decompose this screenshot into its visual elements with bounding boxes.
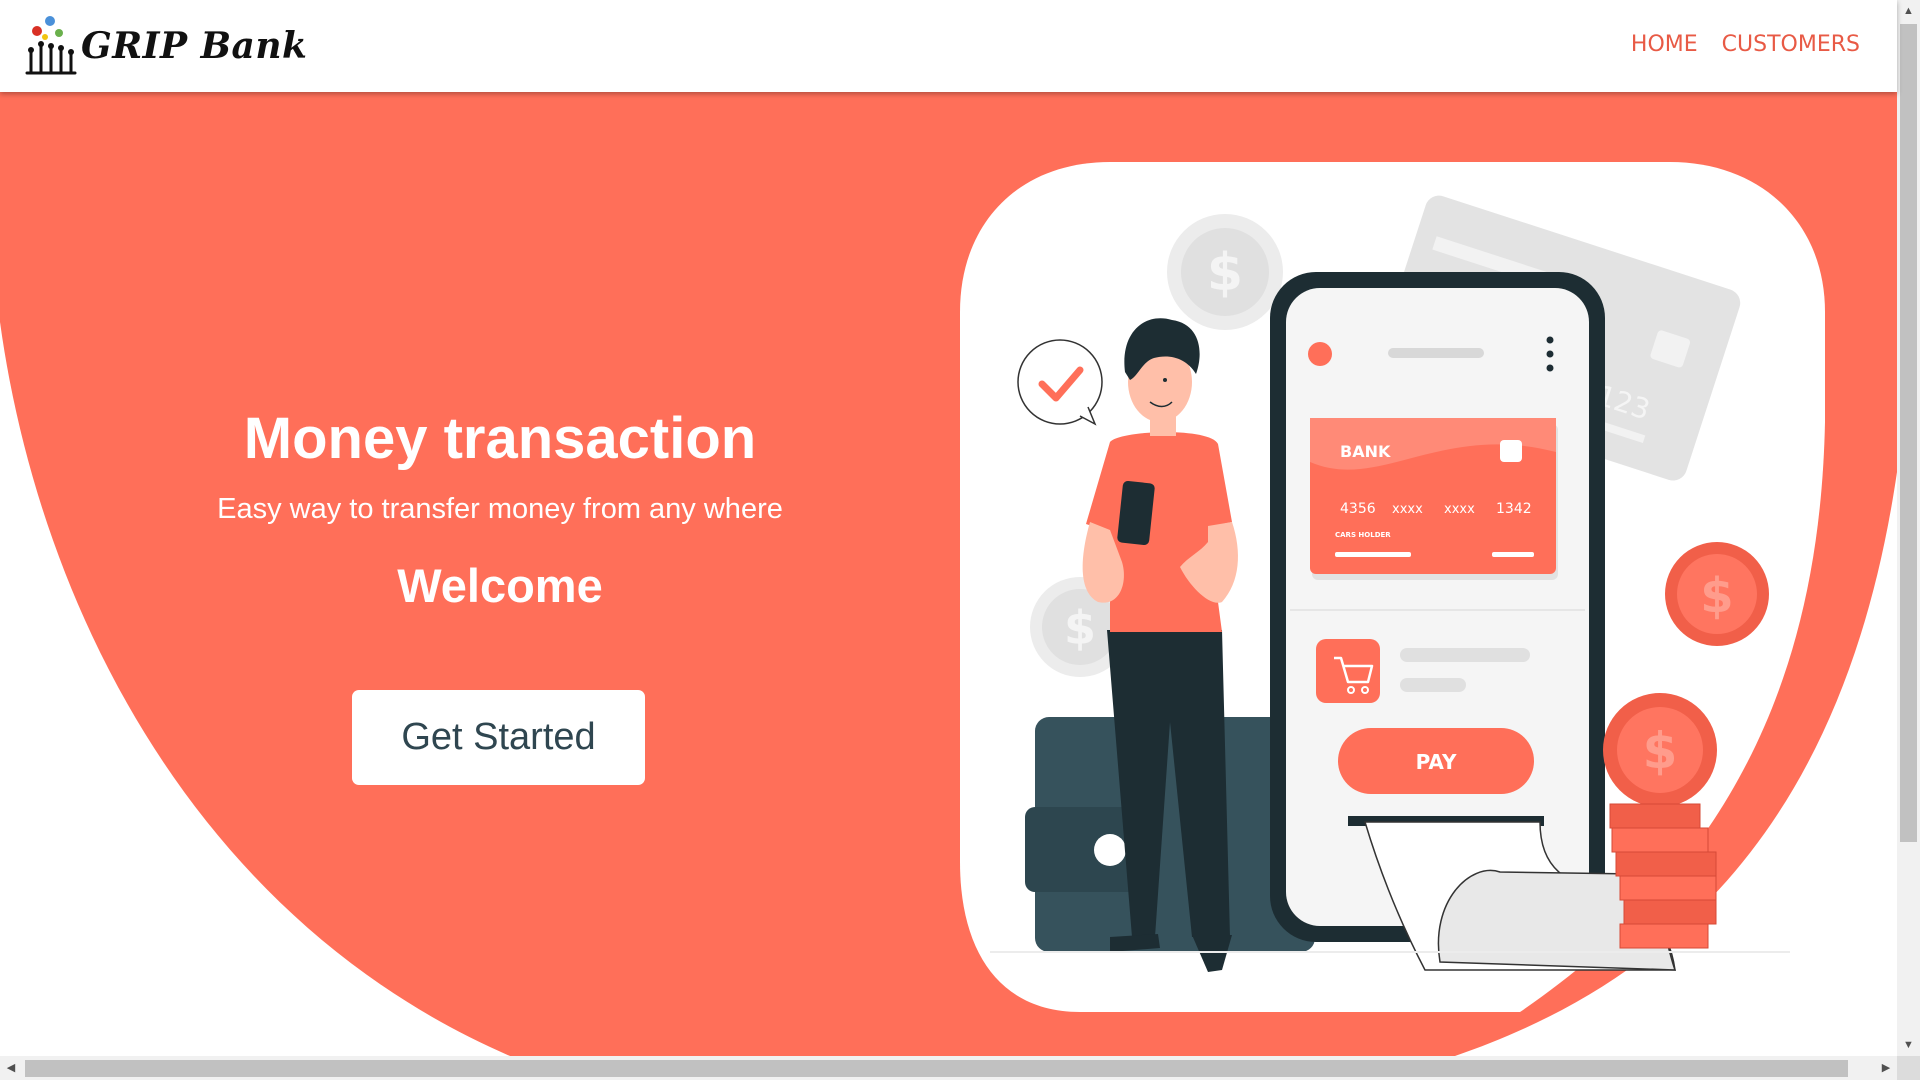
navbar: GRIP Bank HOME CUSTOMERS [0, 0, 1897, 92]
horizontal-scroll-thumb[interactable] [25, 1060, 1848, 1077]
hero-subtitle: Easy way to transfer money from any wher… [217, 493, 783, 525]
payment-illustration: 789 123 $ $ [960, 162, 1825, 1012]
hero-welcome: Welcome [397, 559, 603, 612]
scroll-up-icon[interactable]: ▲ [1897, 0, 1920, 22]
orange-coin-icon: $ [1665, 542, 1769, 646]
grey-coin-icon: $ [1167, 214, 1283, 330]
vertical-scroll-thumb[interactable] [1900, 24, 1917, 842]
brand-name: GRIP Bank [81, 25, 308, 67]
svg-text:4356: 4356 [1340, 501, 1376, 517]
brand[interactable]: GRIP Bank [23, 15, 307, 77]
get-started-button[interactable]: Get Started [352, 690, 645, 785]
hero-section: Money transaction Easy way to transfer m… [0, 92, 1897, 1056]
nav-link-home[interactable]: HOME [1631, 32, 1698, 57]
page: GRIP Bank HOME CUSTOMERS Money transacti… [0, 0, 1920, 1080]
scroll-left-icon[interactable]: ◀ [0, 1056, 22, 1080]
hero-text: Money transaction Easy way to transfer m… [0, 410, 1000, 613]
nav-links: HOME CUSTOMERS [1631, 32, 1860, 57]
svg-text:$: $ [1064, 601, 1096, 655]
svg-text:$: $ [1700, 568, 1733, 624]
nav-link-customers[interactable]: CUSTOMERS [1722, 32, 1860, 57]
svg-text:$: $ [1207, 243, 1243, 303]
scroll-down-icon[interactable]: ▼ [1897, 1034, 1920, 1056]
svg-text:xxxx: xxxx [1444, 502, 1475, 517]
coin-stack-icon [1609, 803, 1717, 949]
scroll-right-icon[interactable]: ▶ [1875, 1056, 1897, 1080]
card-bank-label: BANK [1340, 442, 1391, 461]
svg-text:1342: 1342 [1496, 501, 1532, 517]
orange-coin-icon: $ [1603, 693, 1717, 807]
logo-icon [25, 16, 77, 75]
check-bubble-icon [1017, 339, 1103, 426]
svg-text:CARS HOLDER: CARS HOLDER [1335, 531, 1391, 539]
svg-text:xxxx: xxxx [1392, 502, 1423, 517]
hero-title: Money transaction [243, 406, 757, 471]
svg-text:$: $ [1643, 722, 1678, 780]
vertical-scrollbar[interactable]: ▲ ▼ [1897, 0, 1920, 1056]
scrollbar-corner [1897, 1056, 1920, 1080]
horizontal-scrollbar[interactable]: ◀ ▶ [0, 1056, 1897, 1080]
pay-label: PAY [1416, 750, 1457, 774]
